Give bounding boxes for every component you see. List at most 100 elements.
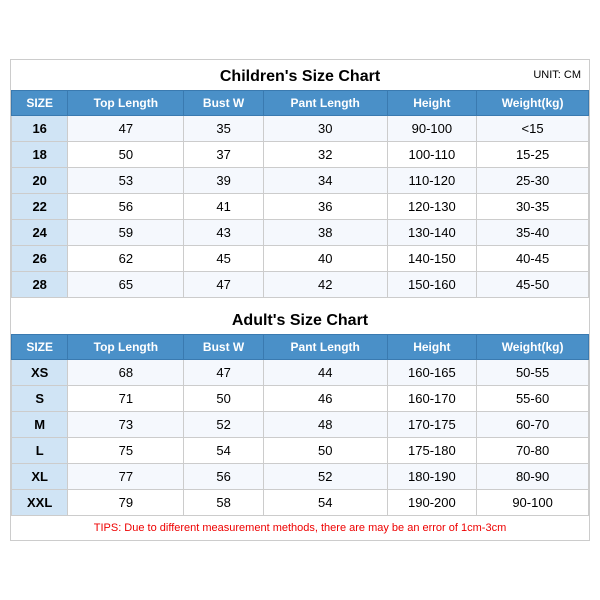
col-header-top-length-children: Top Length (68, 91, 184, 116)
col-header-height-adult: Height (387, 335, 477, 360)
table-cell: 24 (12, 220, 68, 246)
table-cell: 35-40 (477, 220, 589, 246)
table-row: 26624540140-15040-45 (12, 246, 589, 272)
table-cell: XXL (12, 490, 68, 516)
table-cell: M (12, 412, 68, 438)
table-cell: 54 (184, 438, 264, 464)
table-cell: 25-30 (477, 168, 589, 194)
table-cell: XL (12, 464, 68, 490)
children-title-text: Children's Size Chart (220, 68, 380, 85)
table-cell: 43 (184, 220, 264, 246)
col-header-bust-w-adult: Bust W (184, 335, 264, 360)
table-cell: 28 (12, 272, 68, 298)
table-row: 22564136120-13030-35 (12, 194, 589, 220)
adult-section-title: Adult's Size Chart (11, 304, 589, 334)
table-cell: 52 (263, 464, 387, 490)
children-table-body: 1647353090-100<1518503732100-11015-25205… (12, 116, 589, 298)
table-cell: 71 (68, 386, 184, 412)
table-cell: 140-150 (387, 246, 477, 272)
table-cell: 120-130 (387, 194, 477, 220)
table-cell: 20 (12, 168, 68, 194)
table-cell: 35 (184, 116, 264, 142)
table-row: 1647353090-100<15 (12, 116, 589, 142)
table-cell: 44 (263, 360, 387, 386)
table-cell: 160-170 (387, 386, 477, 412)
col-header-height-children: Height (387, 91, 477, 116)
table-cell: 50 (263, 438, 387, 464)
table-cell: 73 (68, 412, 184, 438)
table-row: S715046160-17055-60 (12, 386, 589, 412)
col-header-pant-length-children: Pant Length (263, 91, 387, 116)
table-cell: 190-200 (387, 490, 477, 516)
table-cell: 50 (68, 142, 184, 168)
table-cell: 56 (68, 194, 184, 220)
table-cell: 80-90 (477, 464, 589, 490)
table-cell: 62 (68, 246, 184, 272)
table-cell: L (12, 438, 68, 464)
table-cell: 47 (184, 360, 264, 386)
tips-text: TIPS: Due to different measurement metho… (11, 516, 589, 540)
col-header-top-length-adult: Top Length (68, 335, 184, 360)
table-cell: 50 (184, 386, 264, 412)
table-row: XXL795854190-20090-100 (12, 490, 589, 516)
table-cell: XS (12, 360, 68, 386)
size-chart-container: Children's Size Chart UNIT: CM SIZE Top … (10, 59, 590, 541)
table-row: 18503732100-11015-25 (12, 142, 589, 168)
table-cell: 77 (68, 464, 184, 490)
table-cell: 30-35 (477, 194, 589, 220)
col-header-weight-adult: Weight(kg) (477, 335, 589, 360)
table-cell: 39 (184, 168, 264, 194)
table-row: 20533934110-12025-30 (12, 168, 589, 194)
adult-table: SIZE Top Length Bust W Pant Length Heigh… (11, 334, 589, 516)
adult-header-row: SIZE Top Length Bust W Pant Length Heigh… (12, 335, 589, 360)
table-cell: 18 (12, 142, 68, 168)
table-cell: 36 (263, 194, 387, 220)
table-cell: 110-120 (387, 168, 477, 194)
table-cell: 16 (12, 116, 68, 142)
table-cell: 175-180 (387, 438, 477, 464)
table-cell: 40-45 (477, 246, 589, 272)
children-header-row: SIZE Top Length Bust W Pant Length Heigh… (12, 91, 589, 116)
table-cell: 150-160 (387, 272, 477, 298)
table-cell: 32 (263, 142, 387, 168)
table-cell: 90-100 (477, 490, 589, 516)
adult-title-text: Adult's Size Chart (232, 312, 368, 329)
table-cell: 58 (184, 490, 264, 516)
table-cell: S (12, 386, 68, 412)
table-row: XL775652180-19080-90 (12, 464, 589, 490)
table-cell: 34 (263, 168, 387, 194)
table-cell: 48 (263, 412, 387, 438)
table-cell: 170-175 (387, 412, 477, 438)
table-cell: 40 (263, 246, 387, 272)
table-cell: 54 (263, 490, 387, 516)
table-cell: 90-100 (387, 116, 477, 142)
table-cell: 52 (184, 412, 264, 438)
table-cell: 15-25 (477, 142, 589, 168)
table-cell: 68 (68, 360, 184, 386)
table-cell: 60-70 (477, 412, 589, 438)
table-cell: 47 (184, 272, 264, 298)
table-cell: 53 (68, 168, 184, 194)
unit-label: UNIT: CM (533, 69, 581, 81)
col-header-pant-length-adult: Pant Length (263, 335, 387, 360)
col-header-size-children: SIZE (12, 91, 68, 116)
table-cell: 130-140 (387, 220, 477, 246)
table-row: XS684744160-16550-55 (12, 360, 589, 386)
table-cell: 55-60 (477, 386, 589, 412)
table-row: L755450175-18070-80 (12, 438, 589, 464)
table-cell: 79 (68, 490, 184, 516)
children-table: SIZE Top Length Bust W Pant Length Heigh… (11, 90, 589, 298)
table-cell: 65 (68, 272, 184, 298)
table-cell: 75 (68, 438, 184, 464)
table-cell: 37 (184, 142, 264, 168)
table-cell: 42 (263, 272, 387, 298)
table-cell: 160-165 (387, 360, 477, 386)
table-row: 28654742150-16045-50 (12, 272, 589, 298)
table-cell: 45-50 (477, 272, 589, 298)
table-row: M735248170-17560-70 (12, 412, 589, 438)
table-cell: 45 (184, 246, 264, 272)
table-cell: 70-80 (477, 438, 589, 464)
table-cell: 38 (263, 220, 387, 246)
table-cell: 180-190 (387, 464, 477, 490)
table-cell: 47 (68, 116, 184, 142)
